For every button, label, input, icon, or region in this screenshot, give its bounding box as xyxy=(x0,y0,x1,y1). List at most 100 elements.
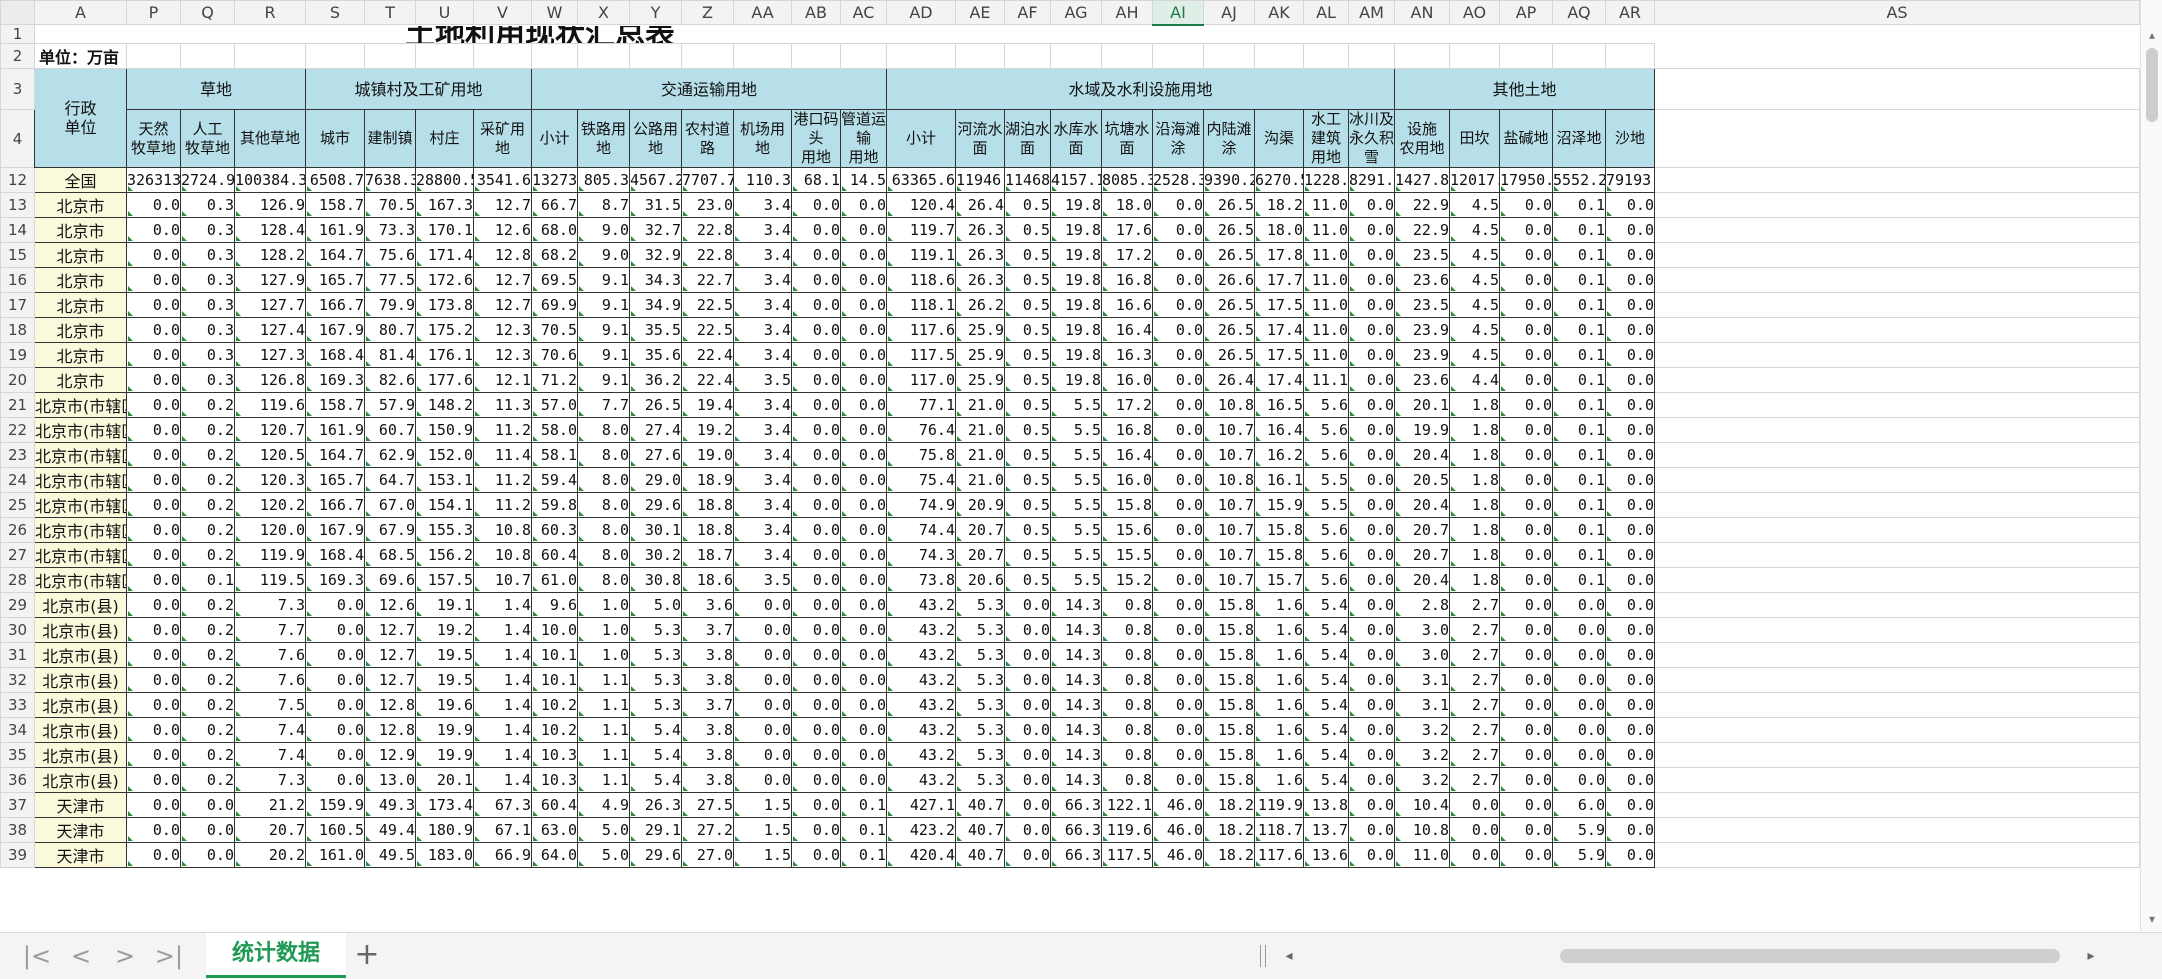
value-cell[interactable]: 5.6 xyxy=(1303,417,1349,443)
row-number[interactable]: 18 xyxy=(0,317,35,343)
value-cell[interactable]: 119.7 xyxy=(886,217,956,243)
value-cell[interactable]: 29.0 xyxy=(629,467,682,493)
empty-cell[interactable] xyxy=(577,43,630,69)
value-cell[interactable]: 0.0 xyxy=(791,317,841,343)
value-cell[interactable]: 0.0 xyxy=(1552,767,1606,793)
value-cell[interactable]: 0.0 xyxy=(840,517,887,543)
value-cell[interactable]: 0.0 xyxy=(1499,792,1553,818)
value-cell[interactable]: 0.0 xyxy=(1499,242,1553,268)
region-name-cell[interactable]: 北京市(县) xyxy=(34,692,127,718)
value-cell[interactable]: 1.1 xyxy=(577,667,630,693)
value-cell[interactable]: 22.4 xyxy=(681,342,734,368)
value-cell[interactable]: 0.1 xyxy=(1552,242,1606,268)
value-cell[interactable]: 67.1 xyxy=(473,817,532,843)
value-cell[interactable]: 110.3 xyxy=(733,167,792,193)
empty-cell[interactable] xyxy=(1654,442,2140,468)
value-cell[interactable]: 10.2 xyxy=(531,692,578,718)
empty-cell[interactable] xyxy=(1654,692,2140,718)
column-header[interactable]: AK xyxy=(1254,0,1304,25)
title-cell[interactable]: 土地利用现状汇总表 xyxy=(35,25,1655,44)
value-cell[interactable]: 0.0 xyxy=(126,267,181,293)
value-cell[interactable]: 43.2 xyxy=(886,592,956,618)
value-cell[interactable]: 3.4 xyxy=(733,242,792,268)
value-cell[interactable]: 0.0 xyxy=(126,317,181,343)
empty-cell[interactable] xyxy=(1654,567,2140,593)
value-cell[interactable]: 0.0 xyxy=(1152,467,1204,493)
value-cell[interactable]: 0.0 xyxy=(791,442,841,468)
column-subheader[interactable]: 盐碱地 xyxy=(1499,109,1553,168)
value-cell[interactable]: 1.6 xyxy=(1254,692,1304,718)
value-cell[interactable]: 0.0 xyxy=(126,367,181,393)
value-cell[interactable]: 15.7 xyxy=(1254,567,1304,593)
value-cell[interactable]: 0.0 xyxy=(791,567,841,593)
value-cell[interactable]: 76.4 xyxy=(886,417,956,443)
value-cell[interactable]: 0.0 xyxy=(1552,617,1606,643)
value-cell[interactable]: 0.0 xyxy=(1348,767,1395,793)
value-cell[interactable]: 0.0 xyxy=(1605,617,1655,643)
empty-cell[interactable] xyxy=(1654,68,2140,110)
value-cell[interactable]: 10.7 xyxy=(1203,517,1255,543)
value-cell[interactable]: 160.5 xyxy=(305,817,365,843)
value-cell[interactable]: 66.3 xyxy=(1050,842,1102,868)
column-header[interactable]: AO xyxy=(1449,0,1500,25)
value-cell[interactable]: 16.8 xyxy=(1101,267,1153,293)
value-cell[interactable]: 43.2 xyxy=(886,667,956,693)
value-cell[interactable]: 35.5 xyxy=(629,317,682,343)
value-cell[interactable]: 4.5 xyxy=(1449,242,1500,268)
row-number[interactable]: 16 xyxy=(0,267,35,293)
value-cell[interactable]: 12.7 xyxy=(473,192,532,218)
value-cell[interactable]: 0.0 xyxy=(180,842,235,868)
empty-cell[interactable] xyxy=(1394,43,1450,69)
value-cell[interactable]: 11.2 xyxy=(473,467,532,493)
value-cell[interactable]: 26.3 xyxy=(629,792,682,818)
value-cell[interactable]: 82.6 xyxy=(364,367,416,393)
value-cell[interactable]: 0.8 xyxy=(1101,742,1153,768)
value-cell[interactable]: 1228.1 xyxy=(1303,167,1349,193)
value-cell[interactable]: 62.9 xyxy=(364,442,416,468)
value-cell[interactable]: 10.7 xyxy=(1203,567,1255,593)
value-cell[interactable]: 19.5 xyxy=(415,667,474,693)
value-cell[interactable]: 26.5 xyxy=(1203,192,1255,218)
value-cell[interactable]: 0.0 xyxy=(1152,742,1204,768)
value-cell[interactable]: 0.0 xyxy=(1499,417,1553,443)
value-cell[interactable]: 0.0 xyxy=(733,592,792,618)
value-cell[interactable]: 2.7 xyxy=(1449,642,1500,668)
column-header[interactable]: S xyxy=(305,0,365,25)
value-cell[interactable]: 16.1 xyxy=(1254,467,1304,493)
value-cell[interactable]: 20.9 xyxy=(955,492,1005,518)
empty-cell[interactable] xyxy=(1654,417,2140,443)
value-cell[interactable]: 7.7 xyxy=(234,617,306,643)
value-cell[interactable]: 0.0 xyxy=(1552,742,1606,768)
value-cell[interactable]: 0.1 xyxy=(1552,442,1606,468)
value-cell[interactable]: 0.1 xyxy=(1552,567,1606,593)
value-cell[interactable]: 0.5 xyxy=(1004,217,1051,243)
value-cell[interactable]: 13273.0 xyxy=(531,167,578,193)
value-cell[interactable]: 5.5 xyxy=(1050,467,1102,493)
value-cell[interactable]: 1.4 xyxy=(473,617,532,643)
value-cell[interactable]: 18.6 xyxy=(681,567,734,593)
column-subheader[interactable]: 水工建筑 用地 xyxy=(1303,109,1349,168)
value-cell[interactable]: 0.5 xyxy=(1004,542,1051,568)
value-cell[interactable]: 1.8 xyxy=(1449,567,1500,593)
value-cell[interactable]: 5.5 xyxy=(1303,467,1349,493)
value-cell[interactable]: 0.0 xyxy=(791,492,841,518)
value-cell[interactable]: 18.9 xyxy=(681,467,734,493)
value-cell[interactable]: 21.0 xyxy=(955,467,1005,493)
value-cell[interactable]: 127.3 xyxy=(234,342,306,368)
value-cell[interactable]: 0.0 xyxy=(126,292,181,318)
value-cell[interactable]: 10.7 xyxy=(1203,542,1255,568)
group-header[interactable]: 交通运输用地 xyxy=(531,68,887,110)
value-cell[interactable]: 3.1 xyxy=(1394,692,1450,718)
value-cell[interactable]: 5.4 xyxy=(1303,667,1349,693)
row-number[interactable]: 28 xyxy=(0,567,35,593)
value-cell[interactable]: 26.6 xyxy=(1203,267,1255,293)
value-cell[interactable]: 74.3 xyxy=(886,542,956,568)
column-subheader[interactable]: 水库水面 xyxy=(1050,109,1102,168)
value-cell[interactable]: 19.8 xyxy=(1050,342,1102,368)
value-cell[interactable]: 172.6 xyxy=(415,267,474,293)
row-number[interactable]: 27 xyxy=(0,542,35,568)
value-cell[interactable]: 0.0 xyxy=(305,692,365,718)
value-cell[interactable]: 0.0 xyxy=(1499,267,1553,293)
value-cell[interactable]: 0.1 xyxy=(840,792,887,818)
value-cell[interactable]: 0.0 xyxy=(1004,717,1051,743)
